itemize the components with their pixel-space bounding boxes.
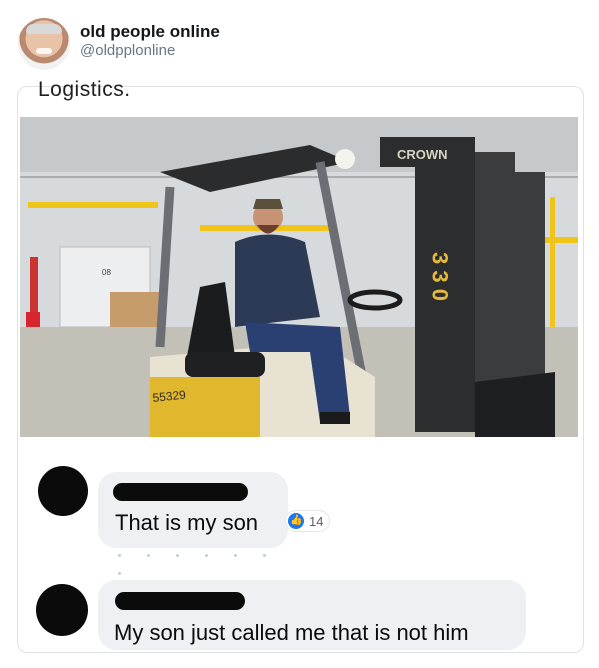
handle[interactable]: @oldpplonline xyxy=(80,42,175,59)
commenter-avatar-1[interactable] xyxy=(38,466,88,516)
profile-avatar[interactable] xyxy=(18,18,70,70)
divider-dots xyxy=(118,544,318,575)
door-label: 08 xyxy=(102,268,111,277)
mast-number: 3 3 0 xyxy=(428,252,453,301)
forklift-photo-art: 08 CROWN 3 3 0 55329 xyxy=(20,117,578,437)
cut-off-text: Logistics. xyxy=(38,78,131,101)
comment-text-1: That is my son xyxy=(115,510,259,535)
forklift-photo[interactable]: 08 CROWN 3 3 0 55329 xyxy=(20,117,578,437)
avatar-hair xyxy=(26,24,62,34)
like-icon xyxy=(288,513,304,529)
brand-label: CROWN xyxy=(397,147,448,162)
commenter-avatar-2[interactable] xyxy=(36,584,88,636)
comment-text-2: My son just called me that is not him xyxy=(114,620,469,645)
tweet-header: old people online @oldpplonline xyxy=(0,0,599,78)
redacted-name-2 xyxy=(115,592,245,610)
display-name[interactable]: old people online xyxy=(80,22,220,42)
reaction-count: 14 xyxy=(309,513,324,529)
avatar-smile xyxy=(36,48,52,54)
redacted-name-1 xyxy=(113,483,248,501)
reaction-badge-1[interactable]: 14 xyxy=(286,511,330,531)
